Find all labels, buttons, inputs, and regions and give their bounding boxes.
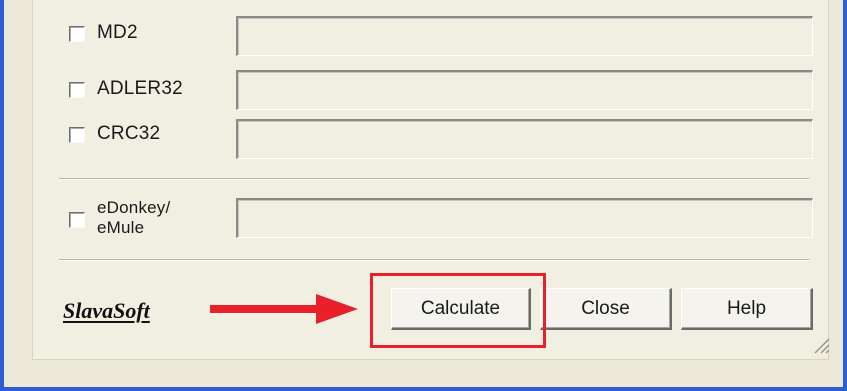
- right-arrow-icon: [210, 294, 358, 324]
- crc32-label: CRC32: [97, 123, 161, 144]
- dialog-window: MD2 ADLER32 CRC32 eDonkey/ eMule SlavaSo…: [0, 0, 847, 391]
- md2-result-field[interactable]: [236, 16, 813, 56]
- edonkey-label-line2: eMule: [97, 218, 145, 237]
- edonkey-result-field[interactable]: [236, 198, 813, 238]
- separator-line-bottom: [59, 259, 809, 261]
- crc32-checkbox[interactable]: [69, 127, 85, 143]
- edonkey-label-line1: eDonkey/: [97, 198, 171, 217]
- md2-label: MD2: [97, 22, 138, 43]
- resize-grip-icon[interactable]: [812, 336, 830, 354]
- edonkey-checkbox[interactable]: [69, 212, 85, 228]
- separator-line: [59, 178, 809, 180]
- adler32-checkbox[interactable]: [69, 82, 85, 98]
- md2-checkbox[interactable]: [69, 26, 85, 42]
- adler32-result-field[interactable]: [236, 70, 813, 110]
- adler32-label: ADLER32: [97, 78, 183, 99]
- close-button[interactable]: Close: [540, 288, 672, 330]
- slavasoft-logo[interactable]: SlavaSoft: [63, 298, 150, 324]
- calculate-highlight-box: [370, 273, 546, 348]
- edonkey-label: eDonkey/ eMule: [97, 198, 170, 238]
- help-button[interactable]: Help: [681, 288, 813, 330]
- crc32-result-field[interactable]: [236, 119, 813, 159]
